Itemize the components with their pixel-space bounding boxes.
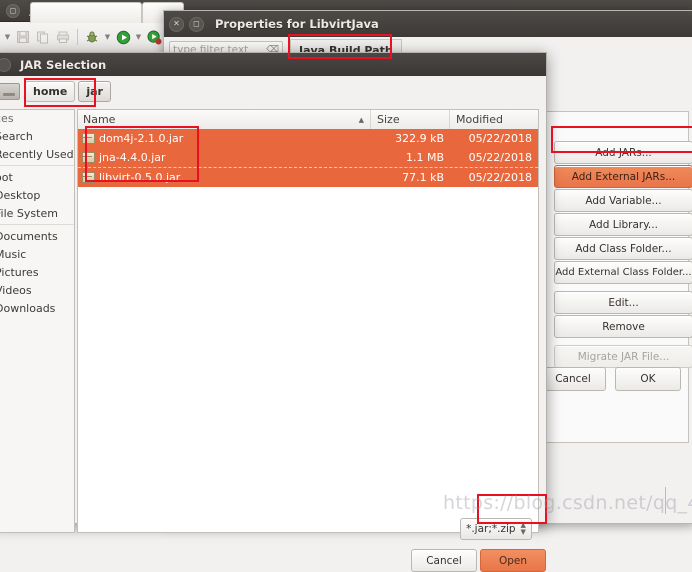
file-type-filter-select[interactable]: *.jar;*.zip ▲ ▼ [460,518,532,540]
file-name-cell: libvirt-0.5.0.jar [78,171,372,184]
places-separator-2 [0,224,74,225]
places-separator-1 [0,165,74,166]
print-icon[interactable] [53,27,73,47]
column-header-modified[interactable]: Modified [450,110,538,129]
debug-dropdown-caret-icon[interactable]: ▼ [102,27,113,47]
file-modified-cell: 05/22/2018 [468,171,532,184]
breadcrumb-jar[interactable]: jar [78,80,111,102]
column-header-size-label: Size [377,113,400,126]
sort-ascending-icon: ▲ [358,115,364,124]
jar-open-button[interactable]: Open [480,549,546,572]
add-variable-label: Add Variable... [585,194,662,207]
file-list-header: Name ▲ Size Modified [78,110,538,130]
file-list-pane: Name ▲ Size Modified dom4j-2.1.0.jar 322… [77,109,539,533]
jar-open-label: Open [498,554,528,567]
properties-window-title: Properties for LibvirtJava [215,17,379,31]
editor-tab-left[interactable] [30,2,142,23]
copy-icon[interactable] [33,27,53,47]
properties-close-button[interactable]: ✕ [169,16,184,32]
sidebar-item-documents[interactable]: Documents [0,227,74,245]
sidebar-item-downloads[interactable]: Downloads [0,299,74,317]
add-external-jars-label: Add External JARs... [571,170,676,183]
file-size-cell: 1.1 MB [405,151,444,164]
jar-cancel-button[interactable]: Cancel [411,549,477,572]
jar-selection-dialog: JAR Selection home jar ces Search Recent… [0,52,547,572]
run-icon[interactable] [113,27,133,47]
coverage-icon[interactable] [144,27,164,47]
sidebar-item-pictures[interactable]: Pictures [0,263,74,281]
column-header-size[interactable]: Size [371,110,449,129]
file-name-cell: dom4j-2.1.0.jar [78,132,372,145]
breadcrumb-home[interactable]: home [25,80,76,102]
places-sidebar: ces Search Recently Used oot Desktop Fil… [0,109,75,533]
file-modified-cell: 05/22/2018 [468,132,532,145]
properties-maximize-button[interactable]: ◻ [189,16,204,32]
file-name-cell: jna-4.4.0.jar [78,151,372,164]
sidebar-item-desktop[interactable]: Desktop [0,186,74,204]
file-type-filter-value: *.jar;*.zip [466,523,516,535]
add-class-folder-button[interactable]: Add Class Folder... [554,237,692,260]
toolbar-overflow-caret-icon[interactable]: ▼ [2,27,13,47]
jar-breadcrumb-bar: home jar [0,76,546,106]
archive-icon [82,172,95,183]
migrate-jar-file-button: Migrate JAR File... [554,345,692,368]
properties-cancel-button[interactable]: Cancel [540,367,606,391]
sidebar-item-root[interactable]: oot [0,168,74,186]
sidebar-item-file-system[interactable]: File System [0,204,74,222]
add-library-button[interactable]: Add Library... [554,213,692,236]
jar-selection-title: JAR Selection [20,57,107,72]
sidebar-item-videos[interactable]: Videos [0,281,74,299]
file-name-label: dom4j-2.1.0.jar [99,132,184,145]
sidebar-item-recently-used[interactable]: Recently Used [0,145,74,163]
watermark-cursor [665,487,666,514]
add-external-jars-button[interactable]: Add External JARs... [554,165,692,188]
archive-icon [82,152,95,163]
add-external-class-folder-button[interactable]: Add External Class Folder... [554,261,692,284]
add-variable-button[interactable]: Add Variable... [554,189,692,212]
add-class-folder-label: Add Class Folder... [575,242,672,255]
debug-icon[interactable] [82,27,102,47]
edit-button[interactable]: Edit... [554,291,692,314]
add-library-label: Add Library... [589,218,658,231]
file-list-rows: dom4j-2.1.0.jar 322.9 kB 05/22/2018 jna-… [78,129,538,187]
drive-icon [0,82,20,100]
file-size-cell: 77.1 kB [402,171,444,184]
archive-icon [82,133,95,144]
sidebar-item-search[interactable]: Search [0,127,74,145]
file-name-label: jna-4.4.0.jar [99,151,166,164]
sidebar-item-music[interactable]: Music [0,245,74,263]
table-row[interactable]: libvirt-0.5.0.jar 77.1 kB 05/22/2018 [78,167,538,187]
toolbar-separator [77,29,78,45]
remove-button[interactable]: Remove [554,315,692,338]
add-jars-label: Add JARs... [595,146,652,159]
jar-cancel-label: Cancel [426,554,462,567]
file-modified-cell: 05/22/2018 [468,151,532,164]
jar-dialog-close-button[interactable] [0,57,11,72]
watermark-text: https://blog.csdn.net/qq_43971504 [443,492,692,514]
properties-ok-button[interactable]: OK [615,367,681,391]
edit-label: Edit... [608,296,639,309]
places-header: ces [0,112,14,125]
save-icon[interactable] [13,27,33,47]
buildpath-side-buttons: Add JARs... Add External JARs... Add Var… [549,113,692,373]
migrate-jar-file-label: Migrate JAR File... [577,350,670,363]
properties-cancel-label: Cancel [555,373,591,385]
add-external-class-folder-label: Add External Class Folder... [555,267,692,278]
file-size-cell: 322.9 kB [395,132,444,145]
add-jars-button[interactable]: Add JARs... [554,141,692,164]
table-row[interactable]: jna-4.4.0.jar 1.1 MB 05/22/2018 [78,148,538,167]
spinner-icon: ▲ ▼ [520,521,526,536]
eclipse-window-restore-button[interactable]: ◻ [6,3,20,18]
remove-label: Remove [602,320,645,333]
properties-ok-label: OK [640,373,656,385]
run-dropdown-caret-icon[interactable]: ▼ [133,27,144,47]
column-header-name[interactable]: Name ▲ [78,110,370,129]
properties-titlebar: ✕ ◻ Properties for LibvirtJava [164,11,692,37]
jar-selection-titlebar: JAR Selection [0,53,546,76]
column-header-modified-label: Modified [456,113,503,126]
column-header-name-label: Name [83,113,116,126]
table-row[interactable]: dom4j-2.1.0.jar 322.9 kB 05/22/2018 [78,129,538,148]
file-name-label: libvirt-0.5.0.jar [99,171,181,184]
